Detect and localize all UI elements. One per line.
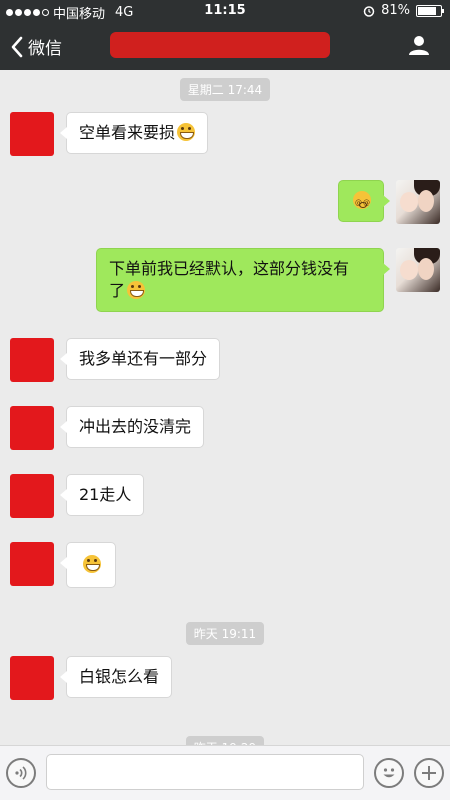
- message-bubble-sent[interactable]: [338, 180, 390, 222]
- alarm-icon: [363, 5, 375, 17]
- battery-icon: [416, 4, 444, 17]
- message-bubble-sent[interactable]: 下单前我已经默认，这部分钱没有 了: [96, 248, 390, 312]
- emoji-button[interactable]: [374, 758, 404, 788]
- message-bubble-received[interactable]: 空单看来要损: [59, 112, 209, 154]
- chat-title-redacted: [110, 32, 330, 58]
- contact-avatar[interactable]: [10, 656, 54, 700]
- contact-avatar[interactable]: [10, 406, 54, 450]
- person-icon[interactable]: [408, 34, 430, 56]
- timestamp-2: 昨天 19:11: [0, 622, 450, 645]
- grin-emoji-icon: [83, 555, 101, 573]
- plus-icon: [422, 766, 436, 780]
- battery-percent: 81%: [381, 3, 410, 18]
- back-label: 微信: [28, 39, 62, 59]
- input-bar: [0, 745, 450, 800]
- self-avatar[interactable]: [396, 180, 440, 224]
- message-text: 白银怎么看: [79, 667, 160, 686]
- contact-avatar[interactable]: [10, 542, 54, 586]
- emoji-icon: [383, 768, 395, 778]
- message-text: 21走人: [79, 485, 132, 504]
- message-text-line: 了: [109, 281, 126, 300]
- message-bubble-received[interactable]: 21走人: [59, 474, 145, 516]
- voice-button[interactable]: [6, 758, 36, 788]
- dizzy-emoji-icon: [353, 191, 371, 214]
- grin-emoji-icon: [127, 281, 146, 299]
- message-text: 我多单还有一部分: [79, 349, 208, 368]
- message-text: 冲出去的没清完: [79, 417, 192, 436]
- message-bubble-received[interactable]: 白银怎么看: [59, 656, 173, 698]
- back-button[interactable]: 微信: [10, 34, 62, 59]
- grin-emoji-icon: [177, 123, 196, 141]
- top-bar: 中国移动 4G 11:15 81% 微信: [0, 0, 450, 70]
- nav-bar: 微信: [0, 24, 450, 68]
- message-bubble-received[interactable]: 冲出去的没清完: [59, 406, 205, 448]
- timestamp-1: 星期二 17:44: [0, 78, 450, 101]
- message-bubble-received[interactable]: [60, 542, 116, 588]
- message-bubble-received[interactable]: 我多单还有一部分: [59, 338, 221, 380]
- message-text-line: 下单前我已经默认，这部分钱没有: [109, 259, 350, 278]
- contact-avatar[interactable]: [10, 474, 54, 518]
- contact-avatar[interactable]: [10, 338, 54, 382]
- message-input[interactable]: [46, 754, 364, 790]
- plus-button[interactable]: [414, 758, 444, 788]
- chat-area[interactable]: 星期二 17:44 空单看来要损 下单前我已经默认，这部分钱没有 了 我多单还有…: [0, 70, 450, 746]
- self-avatar[interactable]: [396, 248, 440, 292]
- message-text: 空单看来要损: [79, 123, 176, 142]
- contact-avatar[interactable]: [10, 112, 54, 156]
- voice-icon: [15, 766, 27, 780]
- status-bar: 中国移动 4G 11:15 81%: [0, 0, 450, 22]
- chevron-left-icon: [11, 36, 23, 57]
